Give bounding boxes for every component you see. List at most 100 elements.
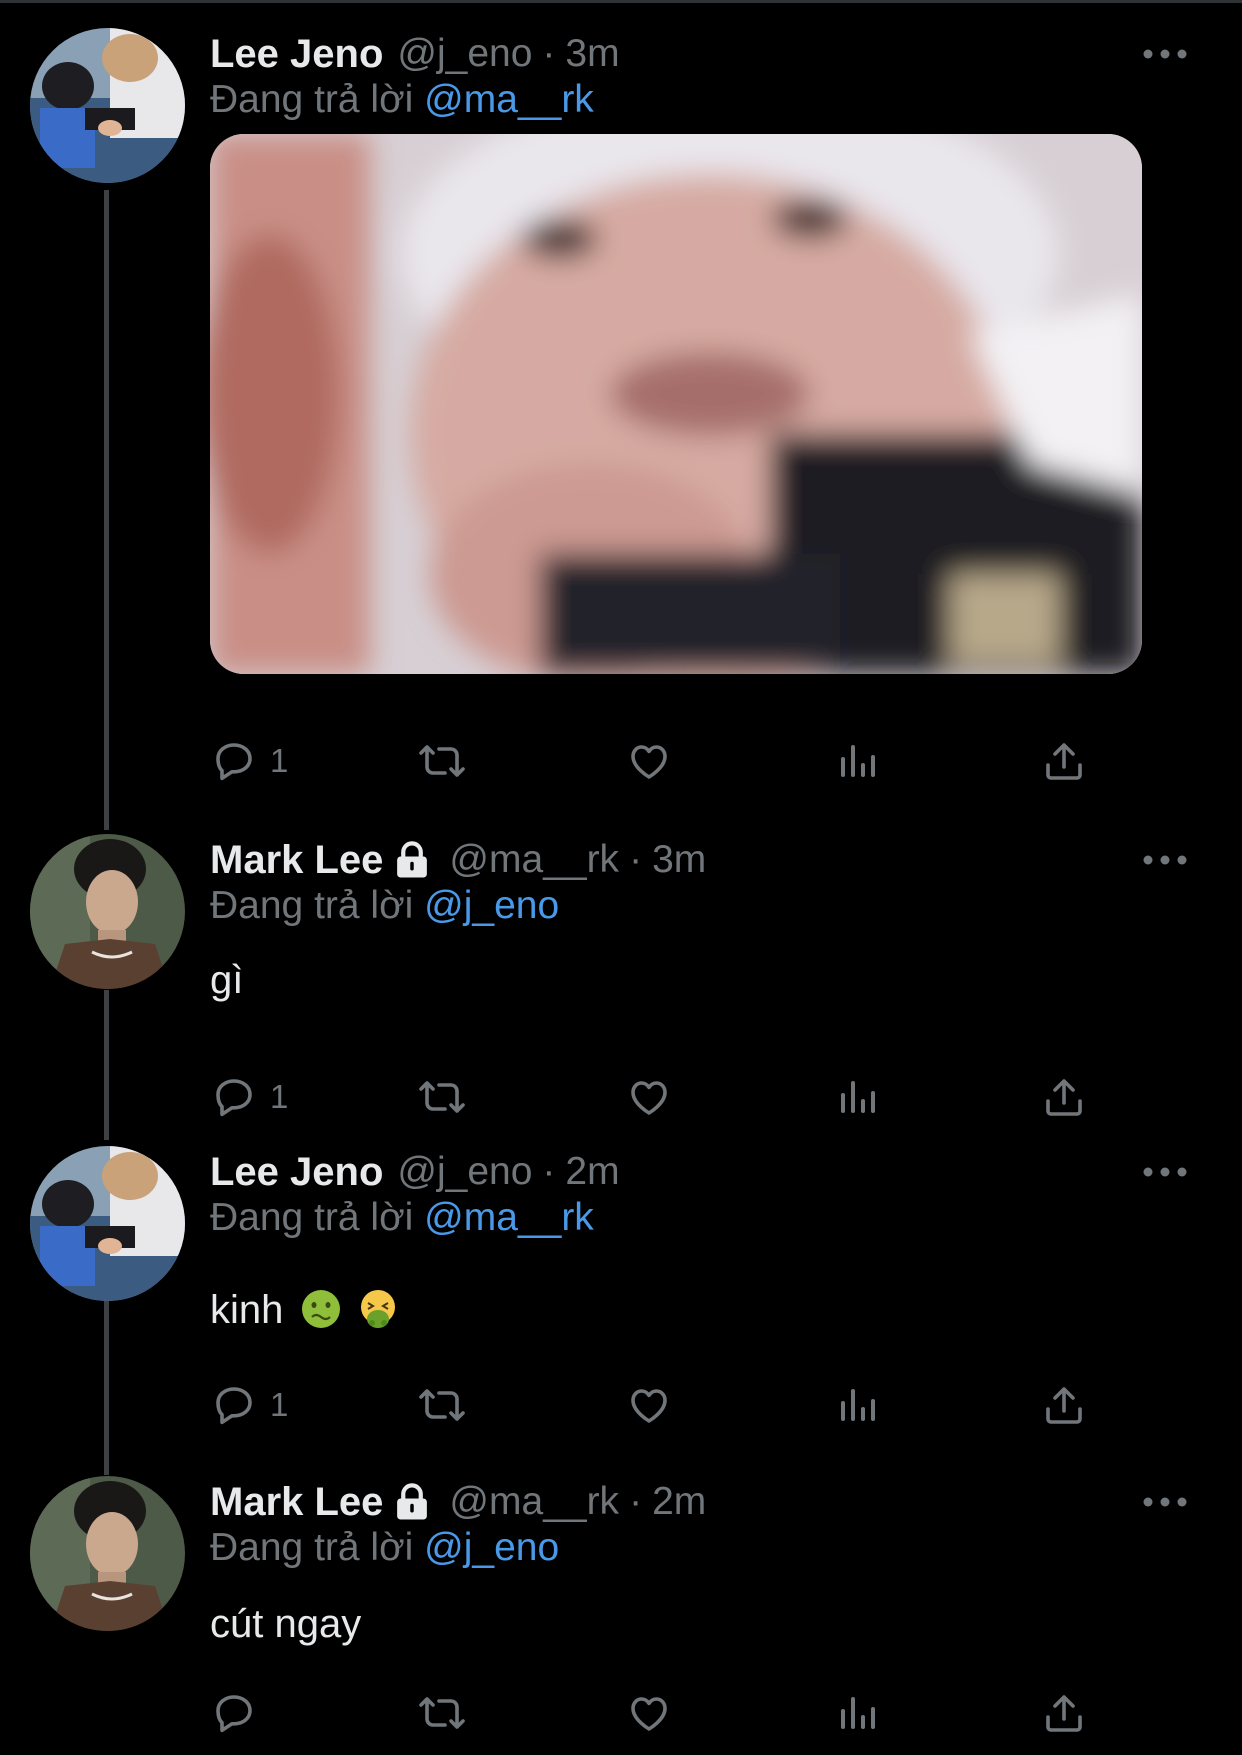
replying-to: Đang trả lời @j_eno bbox=[210, 884, 559, 928]
tweet-header: Mark Lee @ma__rk · 3m bbox=[210, 834, 706, 886]
share-button[interactable] bbox=[1040, 1686, 1088, 1740]
views-button[interactable] bbox=[835, 1378, 883, 1432]
retweet-button[interactable] bbox=[415, 1070, 469, 1124]
heart-icon bbox=[631, 1081, 667, 1115]
display-name[interactable]: Lee Jeno bbox=[210, 1150, 383, 1195]
retweet-icon bbox=[419, 745, 465, 777]
tweet-header: Lee Jeno @j_eno · 2m bbox=[210, 1146, 620, 1198]
avatar[interactable] bbox=[30, 28, 185, 183]
separator: · bbox=[629, 838, 643, 881]
more-icon[interactable] bbox=[1140, 1162, 1190, 1182]
share-icon bbox=[1046, 1079, 1082, 1116]
reply-count: 1 bbox=[270, 1386, 289, 1423]
reply-icon bbox=[216, 1387, 252, 1425]
more-icon[interactable] bbox=[1140, 850, 1190, 870]
tweet-actions bbox=[210, 1686, 1090, 1740]
timestamp[interactable]: 3m bbox=[652, 838, 706, 882]
lock-icon bbox=[397, 1483, 428, 1520]
timestamp[interactable]: 2m bbox=[652, 1480, 706, 1524]
reply-icon bbox=[216, 1079, 252, 1117]
like-button[interactable] bbox=[625, 1686, 673, 1740]
lock-icon bbox=[397, 841, 428, 878]
tweet[interactable]: Lee Jeno @j_eno · 3m Đang trả lời @ma__r… bbox=[0, 28, 1242, 808]
reply-mention[interactable]: @j_eno bbox=[424, 1526, 559, 1569]
tweet[interactable]: Mark Lee @ma__rk · 2m Đang trả lời @j_en… bbox=[0, 1476, 1242, 1755]
tweet-text: kinh bbox=[210, 1288, 284, 1332]
retweet-icon bbox=[419, 1081, 465, 1113]
reply-button[interactable]: 1 bbox=[210, 1378, 288, 1432]
retweet-icon bbox=[419, 1697, 465, 1729]
views-button[interactable] bbox=[835, 734, 883, 788]
reply-count: 1 bbox=[270, 742, 289, 779]
replying-to: Đang trả lời @j_eno bbox=[210, 1526, 559, 1570]
display-name[interactable]: Lee Jeno bbox=[210, 32, 383, 77]
views-icon bbox=[841, 1081, 875, 1113]
tweet-media-image[interactable] bbox=[210, 134, 1142, 674]
user-handle[interactable]: @ma__rk bbox=[449, 1480, 619, 1524]
separator: · bbox=[542, 1150, 556, 1193]
reply-button[interactable]: 1 bbox=[210, 1070, 288, 1124]
timestamp[interactable]: 2m bbox=[565, 1150, 619, 1194]
tweet-actions: 1 bbox=[210, 1378, 1090, 1432]
reply-prefix: Đang trả lời bbox=[210, 884, 414, 927]
heart-icon bbox=[631, 745, 667, 779]
user-handle[interactable]: @j_eno bbox=[397, 1150, 532, 1194]
tweet[interactable]: Mark Lee @ma__rk · 3m Đang trả lời @j_en… bbox=[0, 834, 1242, 1117]
heart-icon bbox=[631, 1389, 667, 1423]
user-handle[interactable]: @j_eno bbox=[397, 32, 532, 76]
retweet-button[interactable] bbox=[415, 1686, 469, 1740]
retweet-button[interactable] bbox=[415, 1378, 469, 1432]
views-icon bbox=[841, 1697, 875, 1729]
user-handle[interactable]: @ma__rk bbox=[449, 838, 619, 882]
tweet-header: Lee Jeno @j_eno · 3m bbox=[210, 28, 620, 80]
share-button[interactable] bbox=[1040, 734, 1088, 788]
replying-to: Đang trả lời @ma__rk bbox=[210, 1196, 594, 1240]
tweet-text: gì bbox=[210, 958, 244, 1002]
heart-icon bbox=[631, 1697, 667, 1731]
avatar[interactable] bbox=[30, 1146, 185, 1301]
like-button[interactable] bbox=[625, 1378, 673, 1432]
top-border bbox=[0, 0, 1242, 3]
share-button[interactable] bbox=[1040, 1378, 1088, 1432]
reply-prefix: Đang trả lời bbox=[210, 1196, 414, 1239]
reply-count: 1 bbox=[270, 1078, 289, 1115]
views-icon bbox=[841, 745, 875, 777]
share-icon bbox=[1046, 1387, 1082, 1424]
avatar[interactable] bbox=[30, 834, 185, 989]
tweet[interactable]: Lee Jeno @j_eno · 2m Đang trả lời @ma__r… bbox=[0, 1146, 1242, 1436]
reply-icon bbox=[216, 1695, 252, 1733]
reply-mention[interactable]: @ma__rk bbox=[424, 78, 594, 121]
reply-prefix: Đang trả lời bbox=[210, 78, 414, 121]
reply-prefix: Đang trả lời bbox=[210, 1526, 414, 1569]
timestamp[interactable]: 3m bbox=[565, 32, 619, 76]
tweet-text-container: kinh bbox=[210, 1288, 398, 1333]
nauseated-face-icon bbox=[301, 1290, 340, 1328]
more-icon[interactable] bbox=[1140, 44, 1190, 64]
views-icon bbox=[841, 1389, 875, 1421]
reply-mention[interactable]: @j_eno bbox=[424, 884, 559, 927]
retweet-button[interactable] bbox=[415, 734, 469, 788]
share-icon bbox=[1046, 743, 1082, 780]
display-name[interactable]: Mark Lee bbox=[210, 838, 383, 883]
display-name[interactable]: Mark Lee bbox=[210, 1480, 383, 1525]
reply-icon bbox=[216, 743, 252, 781]
replying-to: Đang trả lời @ma__rk bbox=[210, 78, 594, 122]
share-button[interactable] bbox=[1040, 1070, 1088, 1124]
like-button[interactable] bbox=[625, 734, 673, 788]
reply-button[interactable] bbox=[210, 1686, 270, 1740]
views-button[interactable] bbox=[835, 1070, 883, 1124]
reply-button[interactable]: 1 bbox=[210, 734, 288, 788]
separator: · bbox=[629, 1480, 643, 1523]
separator: · bbox=[542, 32, 556, 75]
reply-mention[interactable]: @ma__rk bbox=[424, 1196, 594, 1239]
more-icon[interactable] bbox=[1140, 1492, 1190, 1512]
tweet-actions: 1 bbox=[210, 734, 1090, 788]
tweet-text: cút ngay bbox=[210, 1602, 362, 1646]
views-button[interactable] bbox=[835, 1686, 883, 1740]
tweet-actions: 1 bbox=[210, 1070, 1090, 1124]
tweet-header: Mark Lee @ma__rk · 2m bbox=[210, 1476, 706, 1528]
like-button[interactable] bbox=[625, 1070, 673, 1124]
share-icon bbox=[1046, 1695, 1082, 1732]
vomiting-face-icon bbox=[360, 1290, 395, 1328]
avatar[interactable] bbox=[30, 1476, 185, 1631]
